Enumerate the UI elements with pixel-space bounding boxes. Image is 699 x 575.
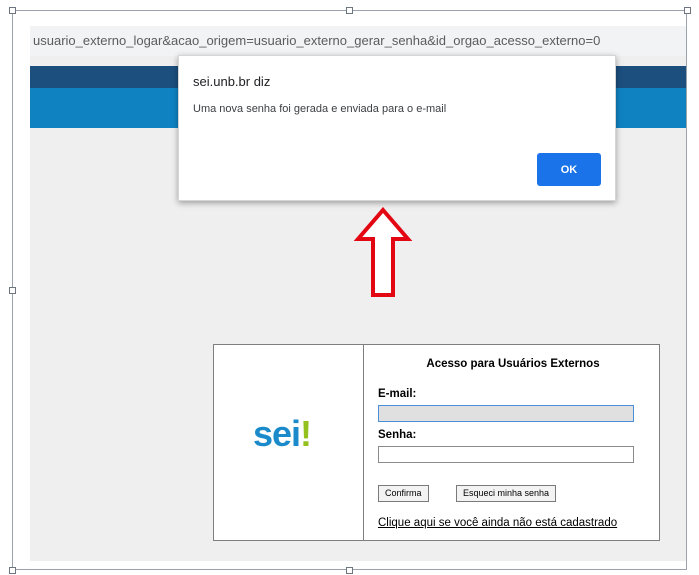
alert-dialog: sei.unb.br diz Uma nova senha foi gerada… (178, 55, 616, 201)
login-title: Acesso para Usuários Externos (426, 358, 600, 370)
red-up-arrow-icon (353, 207, 413, 297)
email-field[interactable] (378, 405, 634, 422)
resize-handle-bottom-center[interactable] (346, 567, 353, 574)
address-bar[interactable]: usuario_externo_logar&acao_origem=usuari… (30, 26, 686, 56)
resize-handle-middle-left[interactable] (9, 287, 16, 294)
resize-handle-top-right[interactable] (684, 7, 691, 14)
password-label: Senha: (378, 429, 417, 441)
alert-message: Uma nova senha foi gerada e enviada para… (193, 103, 447, 115)
resize-handle-top-center[interactable] (346, 7, 353, 14)
email-label: E-mail: (378, 388, 417, 400)
login-panel: sei! Acesso para Usuários Externos E-mai… (213, 344, 660, 541)
ok-button[interactable]: OK (537, 153, 601, 186)
resize-handle-bottom-left[interactable] (9, 567, 16, 574)
password-field[interactable] (378, 446, 634, 463)
resize-handle-top-left[interactable] (9, 7, 16, 14)
forgot-password-button[interactable]: Esqueci minha senha (456, 485, 557, 502)
sei-logo: sei! (253, 413, 312, 454)
alert-title: sei.unb.br diz (193, 74, 271, 89)
logo-pane: sei! (214, 345, 364, 540)
register-link[interactable]: Clique aqui se você ainda não está cadas… (378, 517, 617, 529)
confirm-button[interactable]: Confirma (378, 485, 429, 502)
